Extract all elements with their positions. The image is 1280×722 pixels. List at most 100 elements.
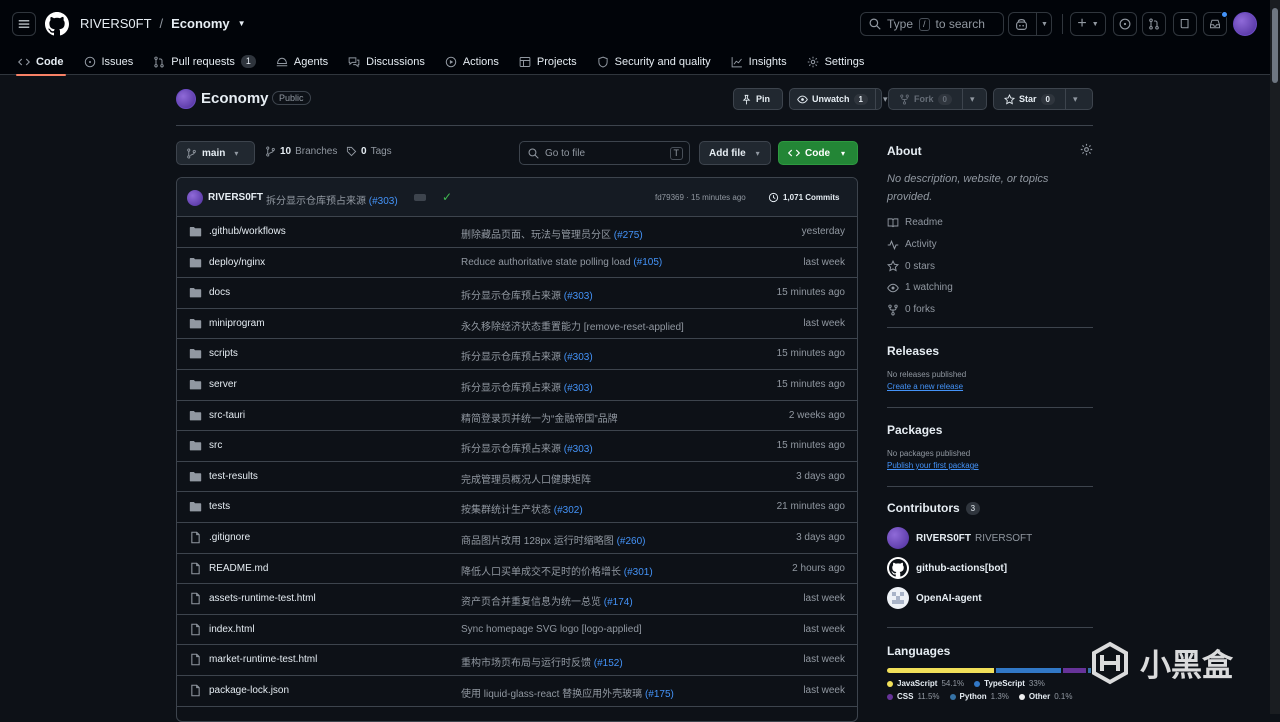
file-commit-pr-ref[interactable]: (#260) (617, 536, 646, 547)
file-commit-pr-ref[interactable]: (#275) (614, 230, 643, 241)
fork-dropdown-chevron-icon[interactable]: ▾ (962, 89, 982, 109)
page-scrollbar[interactable] (1270, 0, 1280, 714)
file-commit-message[interactable]: 资产页合并重复信息为统一总览 (#174) (461, 593, 633, 608)
file-commit-message[interactable]: 删除藏品页面、玩法与管理员分区 (#275) (461, 226, 643, 241)
file-commit-message[interactable]: Reduce authoritative state polling load … (461, 257, 662, 268)
issues-button[interactable] (1113, 12, 1137, 36)
file-commit-pr-ref[interactable]: (#174) (604, 597, 633, 608)
file-commit-pr-ref[interactable]: (#152) (594, 658, 623, 669)
repo-link[interactable]: Economy (171, 16, 230, 31)
file-name-link[interactable]: .github/workflows (209, 226, 286, 237)
packages-title[interactable]: Packages (887, 423, 1093, 437)
table-row[interactable]: src-tauri精简登录页并统一为“金融帝国”品牌2 weeks ago (177, 401, 857, 432)
commit-author-avatar[interactable] (187, 190, 203, 206)
tab-settings[interactable]: Settings (797, 48, 875, 75)
table-row[interactable]: package-lock.json使用 liquid-glass-react 替… (177, 676, 857, 707)
file-commit-pr-ref[interactable]: (#105) (633, 257, 662, 268)
tab-issues[interactable]: Issues (74, 48, 144, 75)
repo-switch-chevron-icon[interactable]: ▼ (238, 19, 246, 28)
github-logo-icon[interactable] (45, 12, 69, 36)
about-item-star[interactable]: 0 stars (887, 255, 1093, 277)
file-name-link[interactable]: test-results (209, 471, 258, 482)
tab-projects[interactable]: Projects (509, 48, 587, 75)
tab-insights[interactable]: Insights (721, 48, 797, 75)
file-commit-message[interactable]: 永久移除经济状态重置能力 [remove-reset-applied] (461, 318, 684, 333)
tab-discussions[interactable]: Discussions (338, 48, 435, 75)
about-item-eye[interactable]: 1 watching (887, 277, 1093, 299)
owner-link[interactable]: RIVERS0FT (80, 16, 152, 31)
releases-title[interactable]: Releases (887, 344, 1093, 358)
commit-pr-ref[interactable]: (#303) (369, 196, 398, 207)
file-name-link[interactable]: docs (209, 287, 230, 298)
add-file-button[interactable]: Add file ▾ (699, 141, 771, 165)
check-status-icon[interactable]: ✓ (442, 190, 452, 204)
create-new-button[interactable]: + ▼ (1070, 12, 1106, 36)
table-row[interactable]: assets-runtime-test.html 资产页合并重复信息为统一总览 (… (177, 584, 857, 615)
file-commit-message[interactable]: 拆分显示仓库预占来源 (#303) (461, 348, 593, 363)
pin-button[interactable]: Pin (733, 88, 783, 110)
commit-author[interactable]: RIVERS0FT (208, 192, 263, 203)
table-row[interactable]: .gitignore商品图片改用 128px 运行时缩略图 (#260)3 da… (177, 523, 857, 554)
scrollbar-thumb[interactable] (1272, 8, 1278, 83)
branches-link[interactable]: 10 Branches (265, 146, 337, 157)
file-name-link[interactable]: src-tauri (209, 410, 245, 421)
file-commit-pr-ref[interactable]: (#175) (645, 689, 674, 700)
language-legend-item[interactable]: Other0.1% (1019, 692, 1073, 701)
star-dropdown-chevron-icon[interactable]: ▾ (1065, 89, 1085, 109)
contributor-item[interactable]: github-actions[bot] (887, 553, 1093, 583)
file-commit-message[interactable]: 拆分显示仓库预占来源 (#303) (461, 440, 593, 455)
table-row[interactable]: market-runtime-test.html 重构市场页布局与运行时反馈 (#… (177, 645, 857, 676)
file-name-link[interactable]: assets-runtime-test.html (209, 593, 316, 604)
tab-code[interactable]: Code (8, 48, 74, 75)
hamburger-menu-button[interactable] (12, 12, 36, 36)
file-commit-pr-ref[interactable]: (#302) (554, 505, 583, 516)
file-commit-message[interactable]: 重构市场页布局与运行时反馈 (#152) (461, 654, 623, 669)
file-commit-pr-ref[interactable]: (#303) (564, 352, 593, 363)
table-row[interactable]: src拆分显示仓库预占来源 (#303)15 minutes ago (177, 431, 857, 462)
contributors-title[interactable]: Contributors (887, 501, 960, 515)
table-row[interactable]: test-results完成管理员概况人口健康矩阵3 days ago (177, 462, 857, 493)
tab-pull-requests[interactable]: Pull requests1 (143, 48, 266, 75)
file-name-link[interactable]: README.md (209, 563, 268, 574)
watch-button[interactable]: Unwatch 1 ▾ (789, 88, 882, 110)
search-input[interactable]: Type / to search (860, 12, 1004, 36)
tab-agents[interactable]: Agents (266, 48, 338, 75)
notifications-button[interactable] (1203, 12, 1227, 36)
copilot-button[interactable]: ▼ (1008, 12, 1052, 36)
table-row[interactable]: index.html Sync homepage SVG logo [logo-a… (177, 615, 857, 646)
file-commit-message[interactable]: Sync homepage SVG logo [logo-applied] (461, 624, 642, 635)
tab-security-and-quality[interactable]: Security and quality (587, 48, 721, 75)
file-name-link[interactable]: market-runtime-test.html (209, 654, 317, 665)
table-row[interactable]: README.md降低人口买单成交不足时的价格增长 (#301)2 hours … (177, 554, 857, 585)
file-name-link[interactable]: src (209, 440, 222, 451)
table-row[interactable]: miniprogram永久移除经济状态重置能力 [remove-reset-ap… (177, 309, 857, 340)
file-name-link[interactable]: deploy/nginx (209, 257, 265, 268)
language-bar-segment[interactable] (1063, 668, 1086, 673)
file-commit-pr-ref[interactable]: (#303) (564, 383, 593, 394)
file-commit-message[interactable]: 按集群统计生产状态 (#302) (461, 501, 583, 516)
file-name-link[interactable]: package-lock.json (209, 685, 289, 696)
language-legend-item[interactable]: Python1.3% (950, 692, 1009, 701)
user-avatar[interactable] (1233, 12, 1257, 36)
tags-link[interactable]: 0 Tags (346, 146, 392, 157)
file-commit-pr-ref[interactable]: (#303) (564, 291, 593, 302)
fork-button[interactable]: Fork 0 ▾ (888, 88, 987, 110)
file-name-link[interactable]: tests (209, 501, 230, 512)
table-row[interactable]: server拆分显示仓库预占来源 (#303)15 minutes ago (177, 370, 857, 401)
file-name-link[interactable]: .gitignore (209, 532, 250, 543)
about-item-fork[interactable]: 0 forks (887, 299, 1093, 321)
code-button[interactable]: Code ▾ (778, 141, 858, 165)
about-item-pulse[interactable]: Activity (887, 234, 1093, 256)
table-row[interactable]: .github/workflows删除藏品页面、玩法与管理员分区 (#275)y… (177, 217, 857, 248)
language-legend-item[interactable]: TypeScript33% (974, 679, 1045, 688)
file-commit-pr-ref[interactable]: (#301) (624, 567, 653, 578)
commit-message[interactable]: 拆分显示仓库预占来源 (#303) (266, 192, 398, 207)
language-legend-item[interactable]: JavaScript54.1% (887, 679, 964, 688)
gear-icon[interactable] (1080, 143, 1093, 156)
table-row[interactable]: scripts拆分显示仓库预占来源 (#303)15 minutes ago (177, 339, 857, 370)
table-row[interactable]: tests按集群统计生产状态 (#302)21 minutes ago (177, 492, 857, 523)
contributor-item[interactable]: OpenAI-agent (887, 583, 1093, 613)
publish-package-link[interactable]: Publish your first package (887, 461, 1093, 470)
language-legend-item[interactable]: CSS11.5% (887, 692, 940, 701)
file-name-link[interactable]: index.html (209, 624, 255, 635)
